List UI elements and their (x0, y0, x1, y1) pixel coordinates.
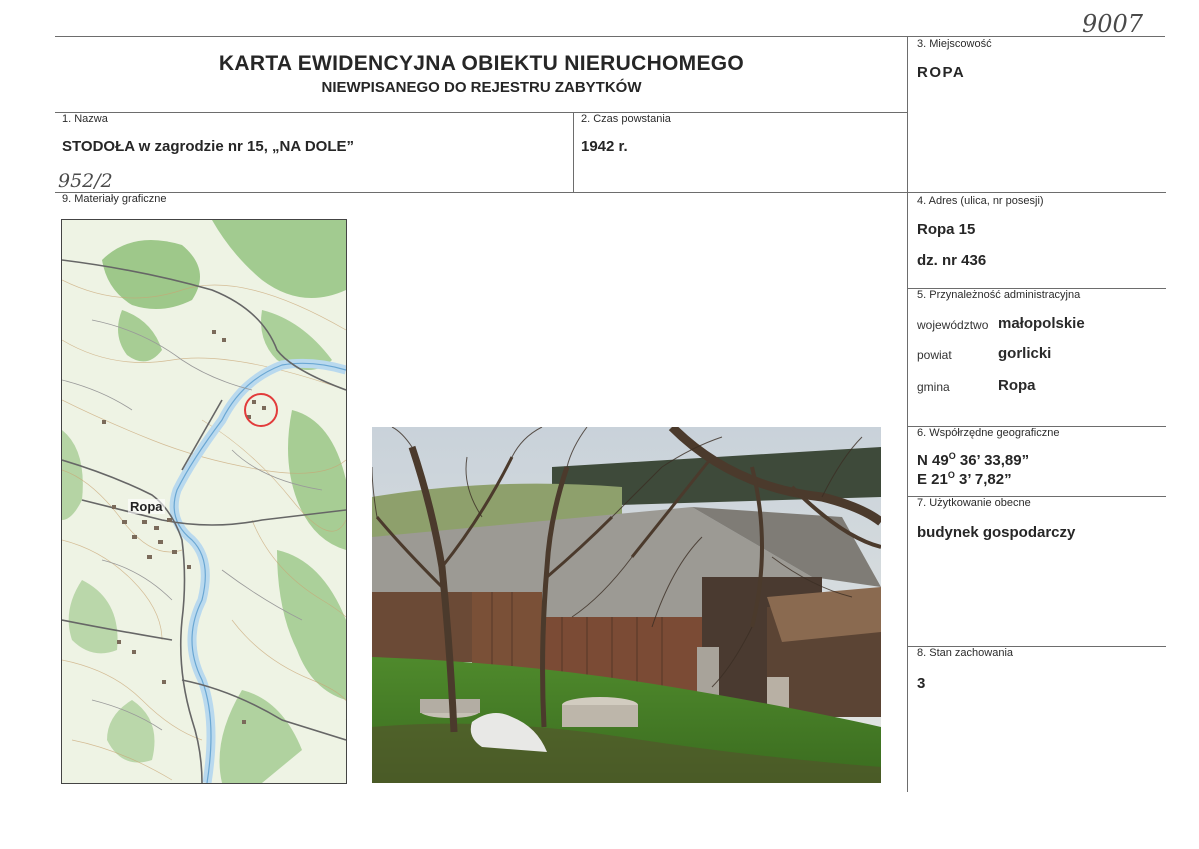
field-value-latitude: N 49O 36’ 33,89” (917, 451, 1030, 469)
rule-vertical-name (573, 112, 574, 192)
admin-label-voivodeship: województwo (917, 318, 989, 332)
page-title: KARTA EWIDENCYJNA OBIEKTU NIERUCHOMEGO (218, 52, 745, 75)
field-label-date: 2. Czas powstania (581, 113, 671, 125)
map-graphic (62, 220, 346, 783)
admin-label-county: powiat (917, 348, 952, 362)
rule-top-right (908, 36, 1165, 37)
field-value-address-line2: dz. nr 436 (917, 252, 987, 269)
field-value-condition: 3 (917, 675, 926, 692)
rule-top-left (55, 36, 908, 37)
field-value-locality: ROPA (917, 64, 966, 81)
admin-value-commune: Ropa (998, 377, 1036, 394)
admin-value-voivodeship: małopolskie (998, 315, 1085, 332)
field-label-address: 4. Adres (ulica, nr posesji) (917, 195, 1044, 207)
field-label-coordinates: 6. Współrzędne geograficzne (917, 427, 1060, 439)
field-label-condition: 8. Stan zachowania (917, 647, 1014, 659)
field-label-locality: 3. Miejscowość (917, 38, 992, 50)
rule-vertical-main (907, 36, 908, 792)
field-label-graphics: 9. Materiały graficzne (62, 193, 167, 205)
barn-photo (372, 427, 881, 783)
field-value-address-line1: Ropa 15 (917, 221, 976, 238)
field-label-admin: 5. Przynależność administracyjna (917, 289, 1081, 301)
barn-photo-graphic (372, 427, 881, 783)
location-map: Ropa (61, 219, 347, 784)
rule-name-bottom (55, 192, 1166, 193)
field-value-usage: budynek gospodarczy (917, 524, 1076, 541)
map-place-label: Ropa (128, 499, 165, 514)
rule-header-bottom (55, 112, 908, 113)
admin-label-commune: gmina (917, 380, 950, 394)
handwritten-map-ref: 952/2 (58, 170, 113, 192)
field-label-name: 1. Nazwa (62, 113, 108, 125)
handwritten-catalog-number: 9007 (1082, 10, 1144, 38)
field-value-longitude: E 21O 3’ 7,82” (917, 470, 1012, 488)
field-value-name: STODOŁA w zagrodzie nr 15, „NA DOLE” (62, 138, 354, 155)
field-value-date: 1942 r. (581, 138, 628, 155)
admin-value-county: gorlicki (998, 345, 1052, 362)
page-subtitle: NIEWPISANEGO DO REJESTRU ZABYTKÓW (321, 79, 642, 96)
field-label-usage: 7. Użytkowanie obecne (917, 497, 1031, 509)
